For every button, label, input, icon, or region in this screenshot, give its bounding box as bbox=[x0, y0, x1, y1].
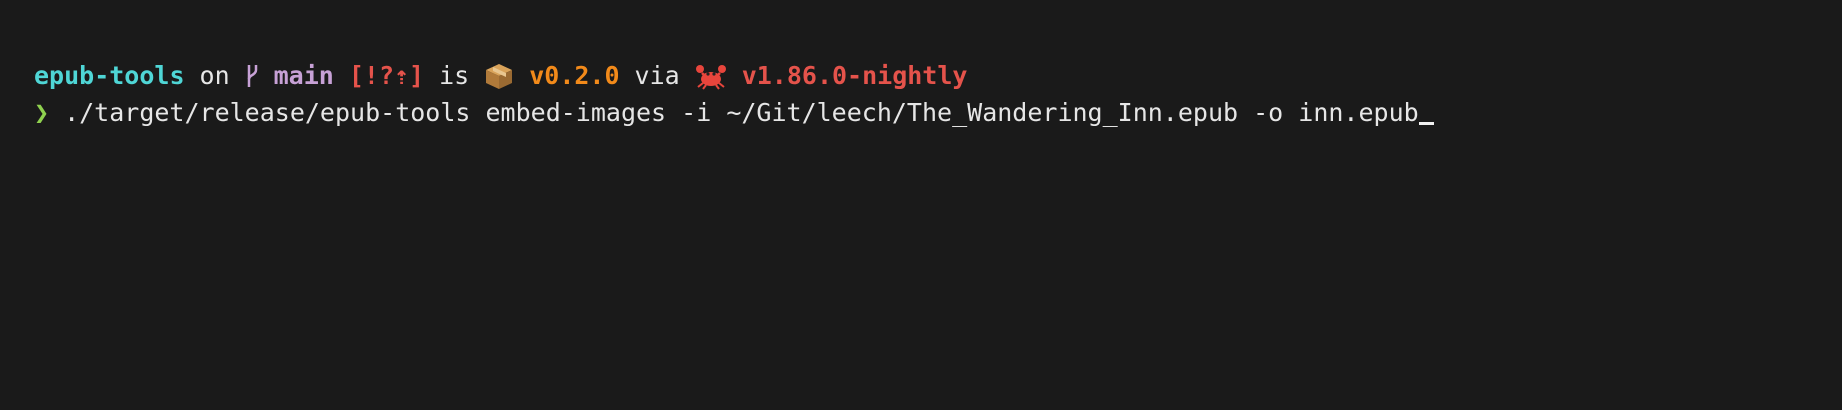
git-branch-name: main bbox=[273, 61, 334, 90]
rust-version: v1.86.0-nightly bbox=[741, 61, 968, 90]
crab-icon bbox=[695, 62, 727, 90]
package-version: v0.2.0 bbox=[529, 61, 620, 90]
command-input[interactable]: ./target/release/epub-tools embed-images… bbox=[64, 95, 1419, 131]
via-label: via bbox=[634, 61, 680, 90]
command-input-line[interactable]: ❯ ./target/release/epub-tools embed-image… bbox=[34, 95, 1822, 131]
text-cursor bbox=[1418, 122, 1434, 125]
git-status-indicator: [!?⇡] bbox=[348, 61, 425, 90]
is-label: is bbox=[439, 61, 470, 90]
current-directory: epub-tools bbox=[34, 61, 185, 90]
git-branch-icon bbox=[245, 63, 259, 89]
on-label: on bbox=[199, 61, 230, 90]
prompt-status-line: epub-tools on main [!?⇡] is v0.2.0 via v1.86.0-… bbox=[34, 58, 1822, 94]
terminal-window[interactable]: epub-tools on main [!?⇡] is v0.2.0 via v1.86.0-… bbox=[34, 58, 1822, 131]
prompt-symbol: ❯ bbox=[34, 98, 50, 127]
package-icon bbox=[484, 61, 514, 91]
